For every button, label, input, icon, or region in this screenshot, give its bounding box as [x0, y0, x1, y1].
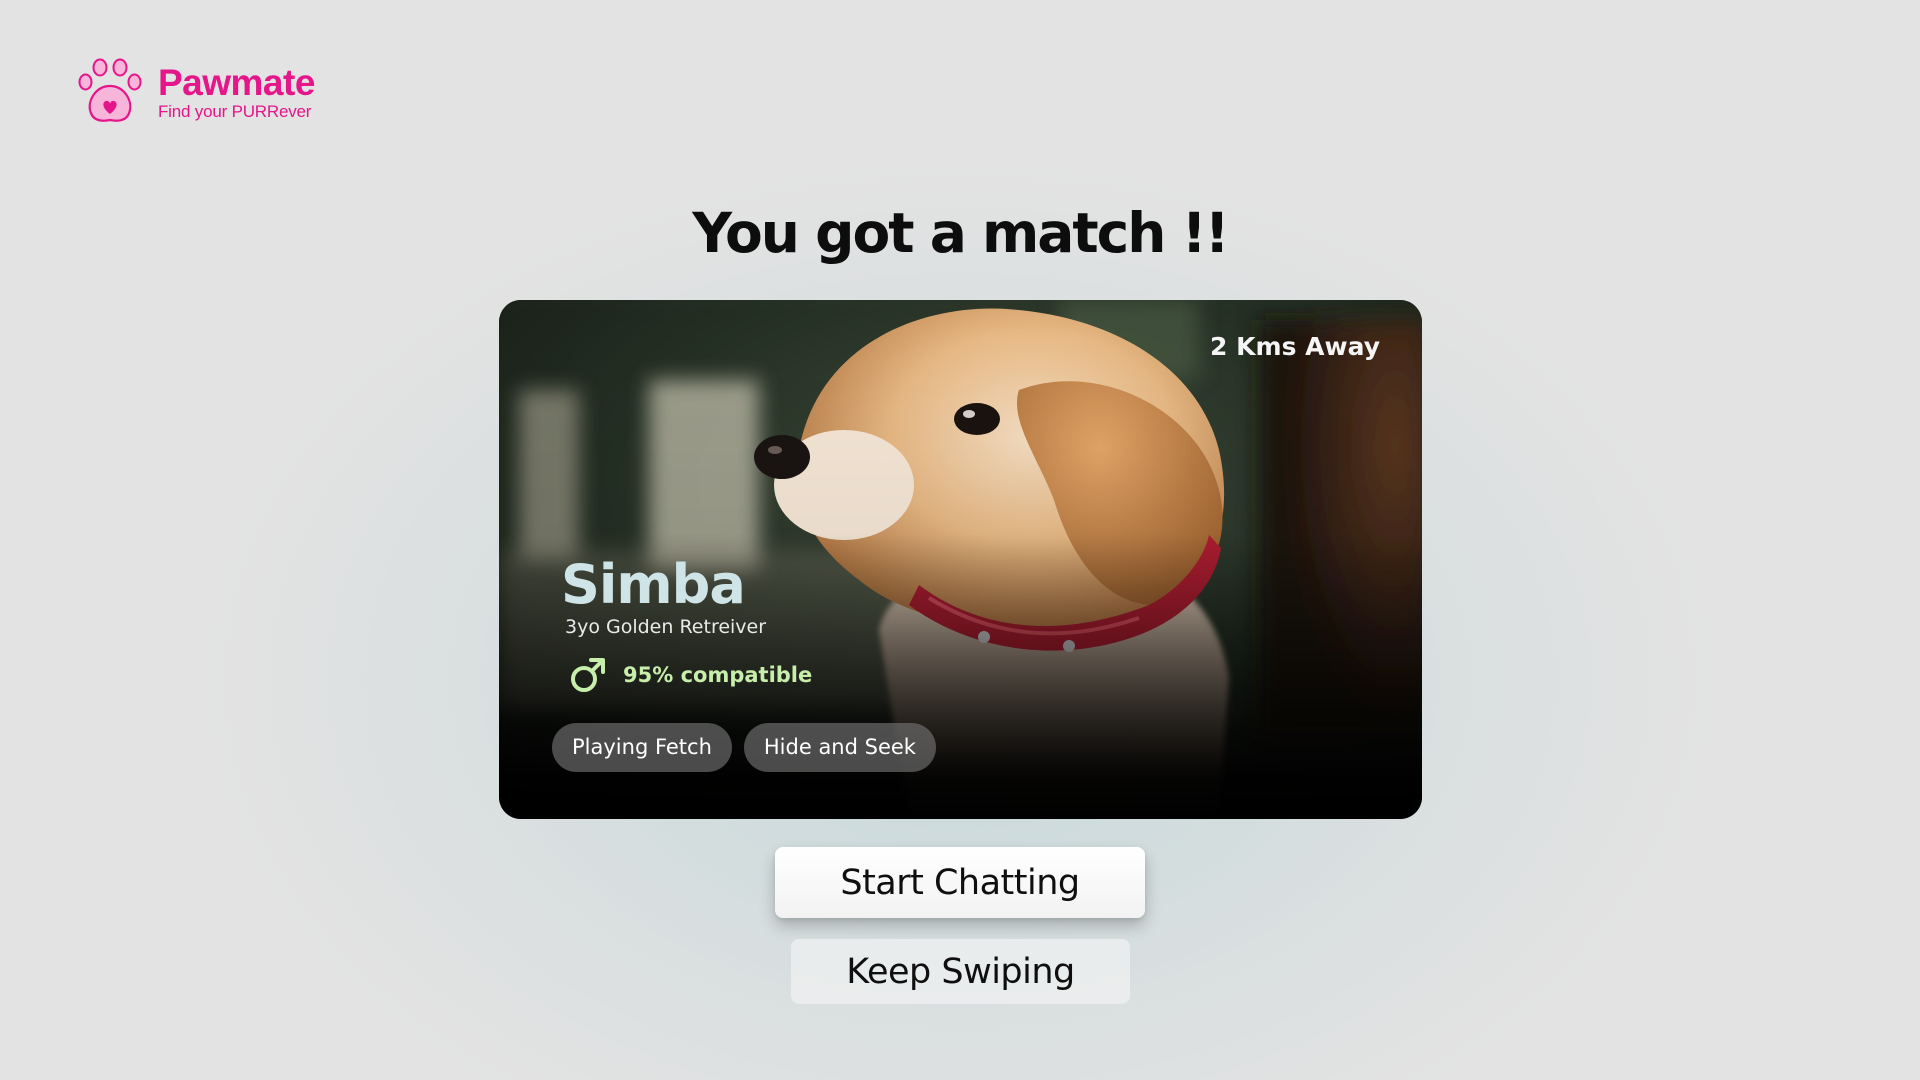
interest-tags: Playing Fetch Hide and Seek — [552, 723, 948, 772]
start-chatting-button[interactable]: Start Chatting — [775, 847, 1145, 918]
paw-heart-icon — [78, 58, 142, 122]
male-icon — [571, 658, 605, 692]
interest-tag: Playing Fetch — [552, 723, 732, 772]
compatibility-score: 95% compatible — [623, 663, 813, 687]
interest-tag: Hide and Seek — [743, 723, 936, 772]
app-name: Pawmate — [158, 62, 315, 103]
app-tagline: Find your PURRever — [158, 102, 312, 121]
compatibility-row: 95% compatible — [569, 656, 812, 694]
distance-label: 2 Kms Away — [1210, 332, 1380, 361]
match-card[interactable]: 2 Kms Away Simba 3yo Golden Retreiver 95… — [499, 300, 1422, 819]
pet-description: 3yo Golden Retreiver — [565, 616, 767, 638]
match-heading: You got a match !! — [692, 201, 1230, 265]
app-logo[interactable]: Pawmate Find your PURRever — [78, 58, 315, 128]
keep-swiping-button[interactable]: Keep Swiping — [791, 939, 1130, 1004]
pet-name: Simba — [561, 553, 746, 616]
